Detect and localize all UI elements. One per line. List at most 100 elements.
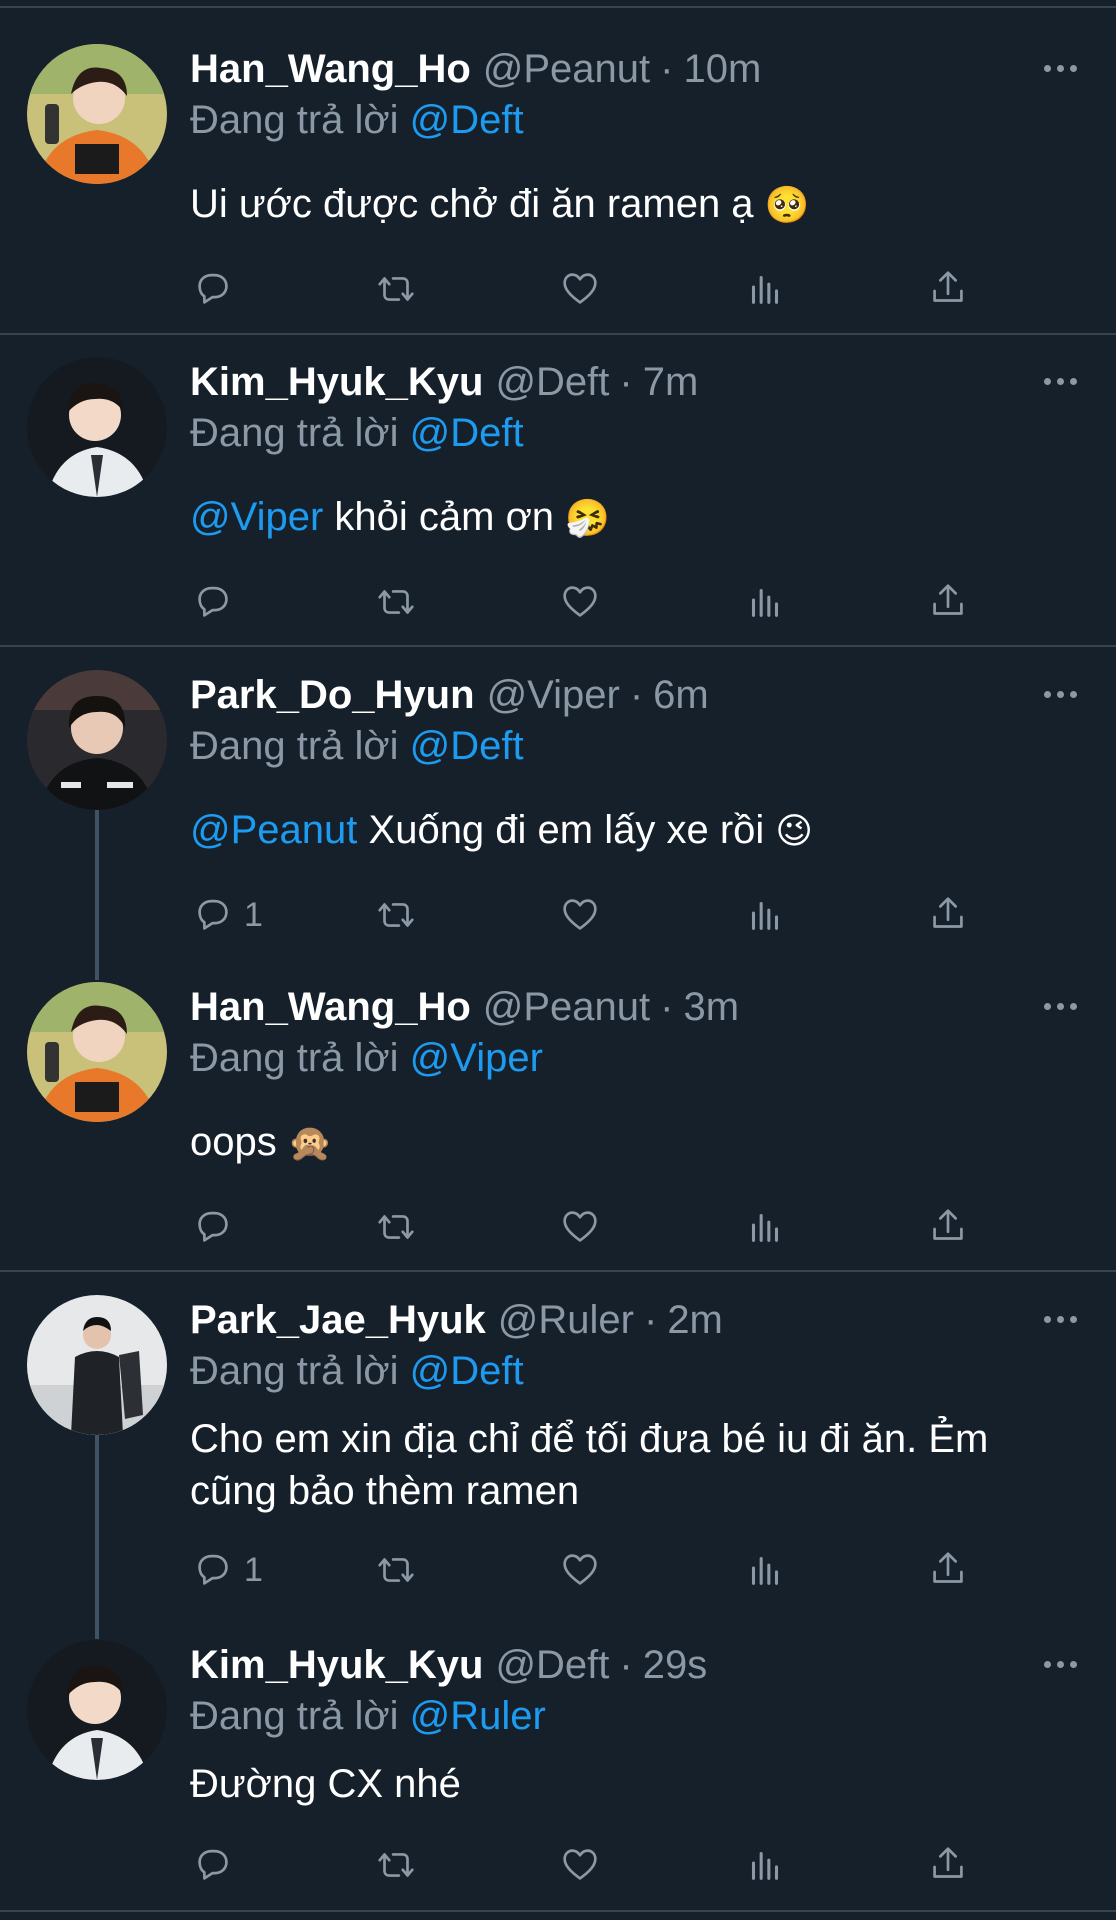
timestamp[interactable]: 6m — [653, 671, 709, 719]
handle[interactable]: @Deft — [495, 1641, 609, 1689]
tweet-text: oops 🙊 — [190, 1116, 1090, 1170]
reply-icon — [198, 1849, 228, 1880]
tweet-0[interactable]: Han_Wang_Ho @Peanut · 10m Đang trả lời @… — [0, 44, 1116, 334]
reply-icon — [198, 273, 228, 304]
analytics-button[interactable] — [742, 1202, 788, 1252]
tweet-text: Cho em xin địa chỉ để tối đưa bé iu đi ă… — [190, 1413, 1090, 1517]
handle[interactable]: @Viper — [487, 671, 620, 719]
display-name[interactable]: Kim_Hyuk_Kyu — [190, 1641, 483, 1689]
analytics-icon — [751, 1851, 779, 1880]
handle[interactable]: @Deft — [495, 358, 609, 406]
analytics-icon — [751, 1213, 779, 1242]
share-button[interactable] — [925, 890, 971, 940]
avatar-peanut[interactable] — [27, 982, 167, 1122]
like-button[interactable] — [557, 1202, 603, 1252]
replying-to-mention[interactable]: @Ruler — [410, 1694, 546, 1738]
like-button[interactable] — [557, 577, 603, 627]
reply-button[interactable] — [190, 264, 236, 314]
retweet-button[interactable] — [373, 577, 419, 627]
action-bar: 1 — [190, 1545, 1010, 1595]
replying-to: Đang trả lời @Viper — [190, 1034, 543, 1082]
reply-button[interactable] — [190, 1840, 236, 1890]
analytics-button[interactable] — [742, 264, 788, 314]
like-button[interactable] — [557, 890, 603, 940]
display-name[interactable]: Park_Jae_Hyuk — [190, 1296, 486, 1344]
avatar-ruler[interactable] — [27, 1295, 167, 1435]
replying-to: Đang trả lời @Deft — [190, 722, 524, 770]
tweet-text-content: khỏi cảm ơn — [334, 495, 555, 539]
like-icon — [563, 1849, 597, 1880]
tweet-4[interactable]: Park_Jae_Hyuk @Ruler · 2m Đang trả lời @… — [0, 1295, 1116, 1605]
retweet-icon — [378, 590, 414, 614]
reply-button[interactable] — [190, 1202, 236, 1252]
share-button[interactable] — [925, 577, 971, 627]
replying-to-label: Đang trả lời — [190, 1694, 399, 1738]
retweet-button[interactable] — [373, 890, 419, 940]
divider — [0, 645, 1116, 647]
replying-to-mention[interactable]: @Deft — [410, 724, 524, 768]
like-icon — [563, 273, 597, 304]
retweet-icon — [378, 277, 414, 301]
analytics-button[interactable] — [742, 890, 788, 940]
replying-to-label: Đang trả lời — [190, 724, 399, 768]
analytics-button[interactable] — [742, 1840, 788, 1890]
share-button[interactable] — [925, 1202, 971, 1252]
share-button[interactable] — [925, 1545, 971, 1595]
share-button[interactable] — [925, 1840, 971, 1890]
pleading-face-emoji: 🥺 — [764, 185, 810, 226]
analytics-icon — [751, 1556, 779, 1585]
avatar-deft[interactable] — [27, 1640, 167, 1780]
timestamp[interactable]: 29s — [643, 1641, 708, 1689]
like-button[interactable] — [557, 264, 603, 314]
replying-to-mention[interactable]: @Deft — [410, 98, 524, 142]
replying-to-mention[interactable]: @Deft — [410, 1349, 524, 1393]
tweet-1[interactable]: Kim_Hyuk_Kyu @Deft · 7m Đang trả lời @De… — [0, 357, 1116, 647]
like-button[interactable] — [557, 1840, 603, 1890]
more-options-icon[interactable] — [1040, 684, 1080, 704]
handle[interactable]: @Peanut — [483, 983, 650, 1031]
display-name[interactable]: Han_Wang_Ho — [190, 45, 471, 93]
like-button[interactable] — [557, 1545, 603, 1595]
display-name[interactable]: Kim_Hyuk_Kyu — [190, 358, 483, 406]
reply-button[interactable]: 1 — [190, 890, 263, 940]
action-bar — [190, 1202, 1010, 1252]
reply-button[interactable] — [190, 577, 236, 627]
retweet-button[interactable] — [373, 1202, 419, 1252]
viper-avatar-image — [27, 670, 167, 810]
handle[interactable]: @Ruler — [498, 1296, 634, 1344]
avatar-viper[interactable] — [27, 670, 167, 810]
more-options-icon[interactable] — [1040, 996, 1080, 1016]
analytics-button[interactable] — [742, 1545, 788, 1595]
replying-to: Đang trả lời @Deft — [190, 409, 524, 457]
replying-to-mention[interactable]: @Viper — [410, 1036, 543, 1080]
mention-link[interactable]: @Viper — [190, 495, 323, 539]
retweet-button[interactable] — [373, 1840, 419, 1890]
tweet-5[interactable]: Kim_Hyuk_Kyu @Deft · 29s Đang trả lời @R… — [0, 1640, 1116, 1900]
timestamp[interactable]: 10m — [683, 45, 761, 93]
tweet-text: @Viper khỏi cảm ơn 🤧 — [190, 491, 1090, 545]
retweet-icon — [378, 1558, 414, 1582]
tweet-2[interactable]: Park_Do_Hyun @Viper · 6m Đang trả lời @D… — [0, 670, 1116, 960]
peanut-avatar-image — [27, 982, 167, 1122]
replying-to-mention[interactable]: @Deft — [410, 411, 524, 455]
retweet-button[interactable] — [373, 264, 419, 314]
tweet-3[interactable]: Han_Wang_Ho @Peanut · 3m Đang trả lời @V… — [0, 982, 1116, 1272]
avatar-deft[interactable] — [27, 357, 167, 497]
timestamp[interactable]: 3m — [683, 983, 739, 1031]
retweet-button[interactable] — [373, 1545, 419, 1595]
handle[interactable]: @Peanut — [483, 45, 650, 93]
timestamp[interactable]: 2m — [667, 1296, 723, 1344]
more-options-icon[interactable] — [1040, 58, 1080, 78]
display-name[interactable]: Han_Wang_Ho — [190, 983, 471, 1031]
more-options-icon[interactable] — [1040, 371, 1080, 391]
reply-button[interactable]: 1 — [190, 1545, 263, 1595]
display-name[interactable]: Park_Do_Hyun — [190, 671, 475, 719]
analytics-button[interactable] — [742, 577, 788, 627]
mention-link[interactable]: @Peanut — [190, 808, 357, 852]
share-button[interactable] — [925, 264, 971, 314]
avatar-peanut[interactable] — [27, 44, 167, 184]
more-options-icon[interactable] — [1040, 1654, 1080, 1674]
more-options-icon[interactable] — [1040, 1309, 1080, 1329]
timestamp[interactable]: 7m — [643, 358, 699, 406]
tweet-text-content: Xuống đi em lấy xe rồi — [368, 808, 765, 852]
